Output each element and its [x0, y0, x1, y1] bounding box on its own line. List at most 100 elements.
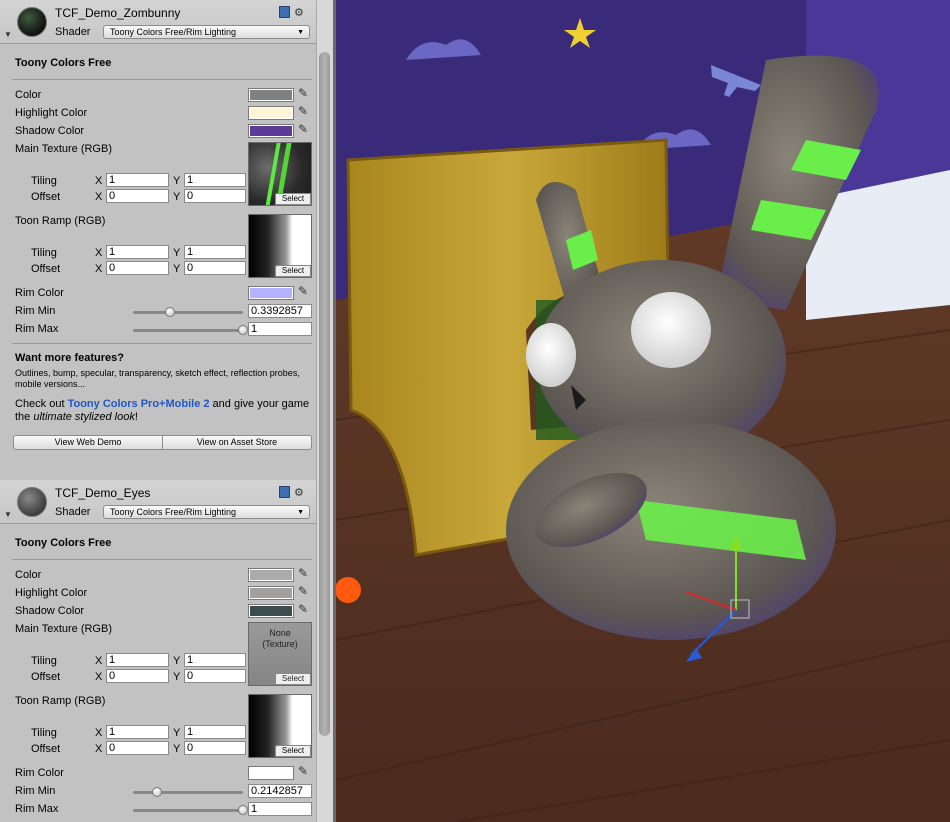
gear-icon[interactable]: ⚙: [294, 487, 304, 499]
toon-ramp-slot[interactable]: Select: [248, 214, 312, 278]
color-swatch[interactable]: [248, 568, 294, 582]
main-offset-y-field[interactable]: 0: [184, 669, 246, 683]
help-book-icon[interactable]: [279, 6, 290, 18]
highlight-color-label: Highlight Color: [15, 587, 88, 599]
main-offset-y-field[interactable]: 0: [184, 189, 246, 203]
swatch-fill: [250, 288, 292, 298]
ramp-offset-x-field[interactable]: 0: [106, 261, 169, 275]
y-label: Y: [173, 727, 181, 739]
ramp-tiling-x-field[interactable]: 1: [106, 245, 169, 259]
slider-knob[interactable]: [238, 805, 248, 815]
section-title: Toony Colors Free: [15, 57, 112, 69]
bunny-eye: [526, 323, 576, 387]
eyedropper-icon[interactable]: ✎: [298, 86, 308, 100]
dropdown-arrow-icon: ▼: [297, 29, 304, 36]
swatch-fill: [250, 126, 292, 136]
main-tiling-y-field[interactable]: 1: [184, 653, 246, 667]
slider-knob[interactable]: [238, 325, 248, 335]
select-texture-button[interactable]: Select: [275, 193, 311, 205]
ramp-offset-y-field[interactable]: 0: [184, 261, 246, 275]
eyedropper-icon[interactable]: ✎: [298, 584, 308, 598]
offset-label: Offset: [31, 671, 61, 683]
shadow-color-swatch[interactable]: [248, 604, 294, 618]
y-label: Y: [173, 671, 181, 683]
promo-text: !: [134, 411, 138, 423]
ramp-tiling-x-field[interactable]: 1: [106, 725, 169, 739]
toon-ramp-label: Toon Ramp (RGB): [15, 215, 106, 227]
shader-dropdown[interactable]: Toony Colors Free/Rim Lighting ▼: [103, 25, 310, 39]
foldout-arrow-icon[interactable]: ▼: [4, 30, 12, 39]
color-label: Color: [15, 89, 42, 101]
main-offset-x-field[interactable]: 0: [106, 669, 169, 683]
select-texture-button[interactable]: Select: [275, 745, 311, 757]
swatch-fill: [250, 768, 292, 778]
rim-min-field[interactable]: 0.2142857: [248, 784, 312, 798]
rim-min-slider[interactable]: [133, 787, 243, 797]
offset-label: Offset: [31, 191, 61, 203]
help-book-icon[interactable]: [279, 486, 290, 498]
dropdown-arrow-icon: ▼: [297, 509, 304, 516]
inspector-scrollbar[interactable]: [316, 0, 333, 822]
main-tiling-x-field[interactable]: 1: [106, 173, 169, 187]
main-texture-slot[interactable]: None (Texture) Select: [248, 622, 312, 686]
shader-dropdown[interactable]: Toony Colors Free/Rim Lighting ▼: [103, 505, 310, 519]
gear-icon[interactable]: ⚙: [294, 7, 304, 19]
toon-ramp-slot[interactable]: Select: [248, 694, 312, 758]
select-texture-button[interactable]: Select: [275, 673, 311, 685]
material-zombunny: ▼ TCF_Demo_Zombunny Shader Toony Colors …: [0, 0, 316, 480]
main-texture-label: Main Texture (RGB): [15, 623, 112, 635]
slider-knob[interactable]: [165, 307, 176, 317]
texture-type-label: (Texture): [262, 639, 298, 649]
eyedropper-icon[interactable]: ✎: [298, 284, 308, 298]
ramp-offset-y-field[interactable]: 0: [184, 741, 246, 755]
tiling-label: Tiling: [31, 247, 57, 259]
rim-max-field[interactable]: 1: [248, 322, 312, 336]
rim-color-swatch[interactable]: [248, 766, 294, 780]
scrollbar-thumb[interactable]: [319, 52, 330, 736]
view-asset-store-button[interactable]: View on Asset Store: [162, 435, 312, 450]
eyedropper-icon[interactable]: ✎: [298, 104, 308, 118]
rim-max-slider[interactable]: [133, 805, 248, 815]
shader-dropdown-value: Toony Colors Free/Rim Lighting: [110, 27, 237, 37]
main-texture-slot[interactable]: Select: [248, 142, 312, 206]
promo-features: Outlines, bump, specular, transparency, …: [15, 368, 300, 389]
rim-max-field[interactable]: 1: [248, 802, 312, 816]
inspector-panel: ▼ TCF_Demo_Zombunny Shader Toony Colors …: [0, 0, 316, 822]
product-link[interactable]: Toony Colors Pro+Mobile 2: [68, 398, 210, 410]
promo-text: Check out: [15, 398, 68, 410]
eyedropper-icon[interactable]: ✎: [298, 602, 308, 616]
material-name: TCF_Demo_Zombunny: [55, 6, 181, 20]
view-web-demo-button[interactable]: View Web Demo: [13, 435, 162, 450]
eyedropper-icon[interactable]: ✎: [298, 122, 308, 136]
main-offset-x-field[interactable]: 0: [106, 189, 169, 203]
main-tiling-x-field[interactable]: 1: [106, 653, 169, 667]
rim-color-swatch[interactable]: [248, 286, 294, 300]
eyedropper-icon[interactable]: ✎: [298, 764, 308, 778]
foldout-arrow-icon[interactable]: ▼: [4, 510, 12, 519]
x-label: X: [95, 175, 103, 187]
color-swatch[interactable]: [248, 88, 294, 102]
tiling-label: Tiling: [31, 727, 57, 739]
select-texture-button[interactable]: Select: [275, 265, 311, 277]
ramp-tiling-y-field[interactable]: 1: [184, 725, 246, 739]
highlight-color-swatch[interactable]: [248, 586, 294, 600]
shadow-color-swatch[interactable]: [248, 124, 294, 138]
slider-knob[interactable]: [151, 787, 162, 797]
rim-max-label: Rim Max: [15, 803, 59, 815]
shader-label: Shader: [55, 26, 91, 38]
ramp-tiling-y-field[interactable]: 1: [184, 245, 246, 259]
swatch-fill: [250, 108, 292, 118]
rim-max-label: Rim Max: [15, 323, 59, 335]
material-header: ▼ TCF_Demo_Eyes Shader Toony Colors Free…: [0, 480, 316, 524]
rim-min-slider[interactable]: [133, 307, 243, 317]
x-label: X: [95, 191, 103, 203]
divider: [12, 559, 312, 560]
shadow-color-label: Shadow Color: [15, 125, 85, 137]
eyedropper-icon[interactable]: ✎: [298, 566, 308, 580]
scene-viewport[interactable]: [336, 0, 950, 822]
main-tiling-y-field[interactable]: 1: [184, 173, 246, 187]
highlight-color-swatch[interactable]: [248, 106, 294, 120]
rim-min-field[interactable]: 0.3392857: [248, 304, 312, 318]
rim-max-slider[interactable]: [133, 325, 248, 335]
ramp-offset-x-field[interactable]: 0: [106, 741, 169, 755]
